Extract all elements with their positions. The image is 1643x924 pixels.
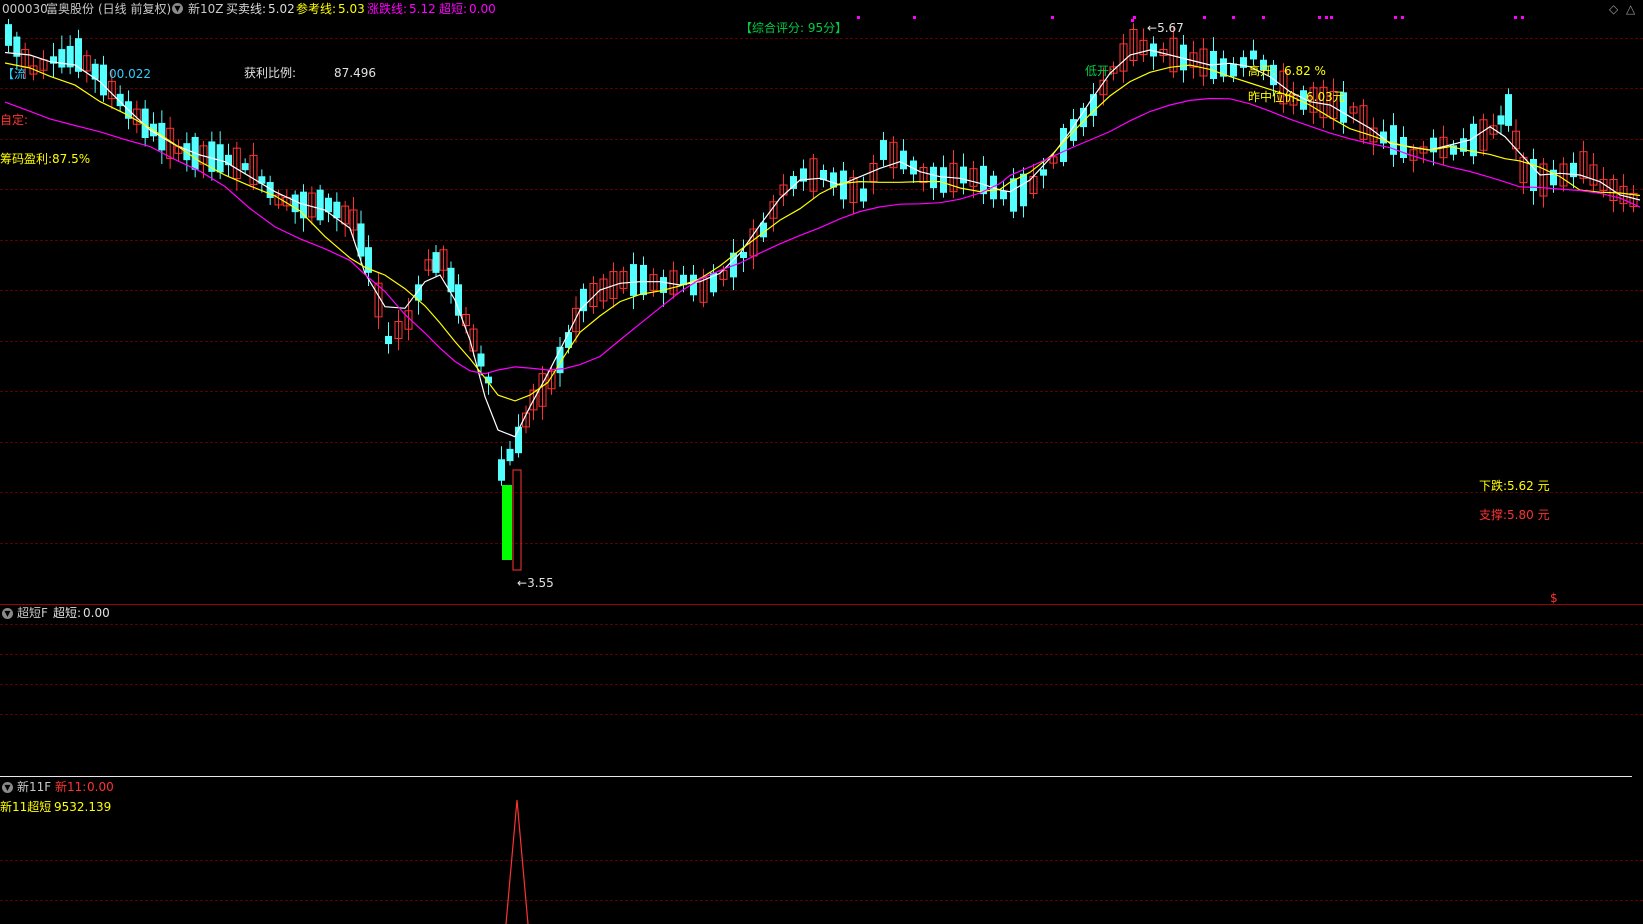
candle-body [183, 143, 191, 161]
panel3-value: 0.00 [87, 780, 114, 794]
stock-chart-window: 000030 富奥股份 (日线 前复权) ▼ 新10Z 买卖线: 5.02 参考… [0, 0, 1643, 924]
panel3-value-label: 新11: [55, 780, 87, 794]
candle-body [960, 166, 967, 184]
chevron-down-icon[interactable]: ▼ [2, 608, 13, 619]
signal-dot [1330, 16, 1333, 19]
candle-body [1000, 190, 1007, 200]
ma-line-yellow [4, 62, 1641, 402]
chevron-down-icon[interactable]: ▼ [172, 3, 183, 14]
candle-body [58, 49, 66, 68]
candle-body [1380, 131, 1387, 144]
diamond-icon[interactable]: ◇ [1609, 3, 1618, 15]
candle-body [357, 223, 365, 257]
signal-dot [1401, 16, 1404, 19]
spike-line [505, 799, 529, 924]
buysell-value: 5.02 [268, 2, 295, 16]
candle-body [1530, 158, 1537, 192]
score-label: 【综合评分: 95分】 [740, 21, 848, 35]
candle-body [477, 353, 485, 367]
signal-dot [1232, 16, 1235, 19]
signal-dot [1051, 16, 1054, 19]
candle-body [1230, 63, 1237, 77]
stock-name: 富奥股份 [46, 2, 95, 16]
candle-body [640, 264, 647, 296]
signal-dot [857, 16, 860, 19]
mid-price-label: 昨中位价: [1248, 90, 1301, 104]
signal-dot [913, 16, 916, 19]
triangle-icon[interactable]: △ [1626, 3, 1635, 15]
signal-dot [1394, 16, 1397, 19]
candle-body [900, 150, 907, 170]
candle-body [930, 166, 937, 189]
candle-body [241, 163, 249, 171]
zd-label: 涨跌线: [367, 2, 408, 16]
candle-body [498, 459, 505, 481]
signal-dot [1262, 16, 1265, 19]
low-open-label: 低开: [1085, 64, 1114, 78]
stock-code: 000030 [2, 2, 48, 16]
profit-ratio-label: 获利比例: [244, 66, 297, 80]
signal-dot [1318, 16, 1321, 19]
candle-body [512, 469, 522, 571]
candle-body [880, 140, 887, 160]
candle-body [432, 252, 440, 273]
chip-profit: 筹码盈利:87.5% [0, 152, 91, 166]
signal-dot [1514, 16, 1517, 19]
signal-dot [1131, 19, 1134, 22]
kline-chart[interactable] [0, 0, 1643, 924]
candle-body [1505, 94, 1512, 126]
dollar-marker: $ [1550, 591, 1558, 605]
candle-body [1250, 50, 1257, 60]
zd-value: 5.12 [409, 2, 436, 16]
signal-candle [502, 485, 512, 560]
cd-label: 超短: [439, 2, 468, 16]
ref-label: 参考线: [296, 2, 337, 16]
buysell-label: 买卖线: [226, 2, 267, 16]
candle-body [1040, 169, 1047, 176]
candle-body [740, 251, 747, 259]
candle-body [506, 448, 514, 462]
profit-ratio-value: 87.496 [334, 66, 376, 80]
custom-label: 自定: [0, 113, 29, 127]
high-open-label: 高开: [1248, 64, 1277, 78]
high-price-marker: ←5.67 [1147, 21, 1184, 35]
candle-body [1020, 173, 1027, 207]
candle-body [1400, 137, 1407, 158]
signal-dot [1203, 16, 1206, 19]
down-price-label: 下跌:5.62 元 [1479, 479, 1550, 493]
chevron-down-icon[interactable]: ▼ [2, 782, 13, 793]
signal-dot [1325, 16, 1328, 19]
support-price-label: 支撑:5.80 元 [1479, 508, 1550, 522]
panel2-value: 0.00 [83, 606, 110, 620]
high-open-value: 6.82 % [1284, 64, 1326, 78]
candle-body [580, 288, 587, 312]
candle-body [860, 188, 867, 202]
candle-body [5, 24, 12, 46]
ref-value: 5.03 [338, 2, 365, 16]
panel3-sub-value: 9532.139 [54, 800, 112, 814]
low-price-marker: ←3.55 [517, 576, 554, 590]
candle-body [1497, 115, 1505, 125]
candle-body [790, 176, 797, 189]
candle-body [216, 144, 224, 173]
panel3-sub-label: 新11超短 [0, 800, 52, 814]
liu-label: 【流 [2, 67, 27, 81]
signal-dot [1521, 16, 1524, 19]
candle-body [333, 201, 341, 219]
panel2-value-label: 超短: [53, 606, 82, 620]
ma-line-white [4, 49, 1641, 438]
candle-body [1010, 178, 1017, 212]
cd-value: 0.00 [469, 2, 496, 16]
candle-body [940, 167, 947, 193]
candle-body [385, 335, 392, 345]
panel3-name[interactable]: 新11F [17, 780, 51, 794]
indicator-name[interactable]: 新10Z [188, 2, 224, 16]
candle-body [630, 264, 637, 296]
liu-value: 00.022 [109, 67, 151, 81]
mid-price-value: 6.03元 [1306, 90, 1345, 104]
candle-body [316, 189, 324, 221]
candle-body [100, 64, 107, 96]
panel2-name[interactable]: 超短F [17, 606, 48, 620]
chart-mode[interactable]: (日线 前复权) [98, 2, 171, 16]
